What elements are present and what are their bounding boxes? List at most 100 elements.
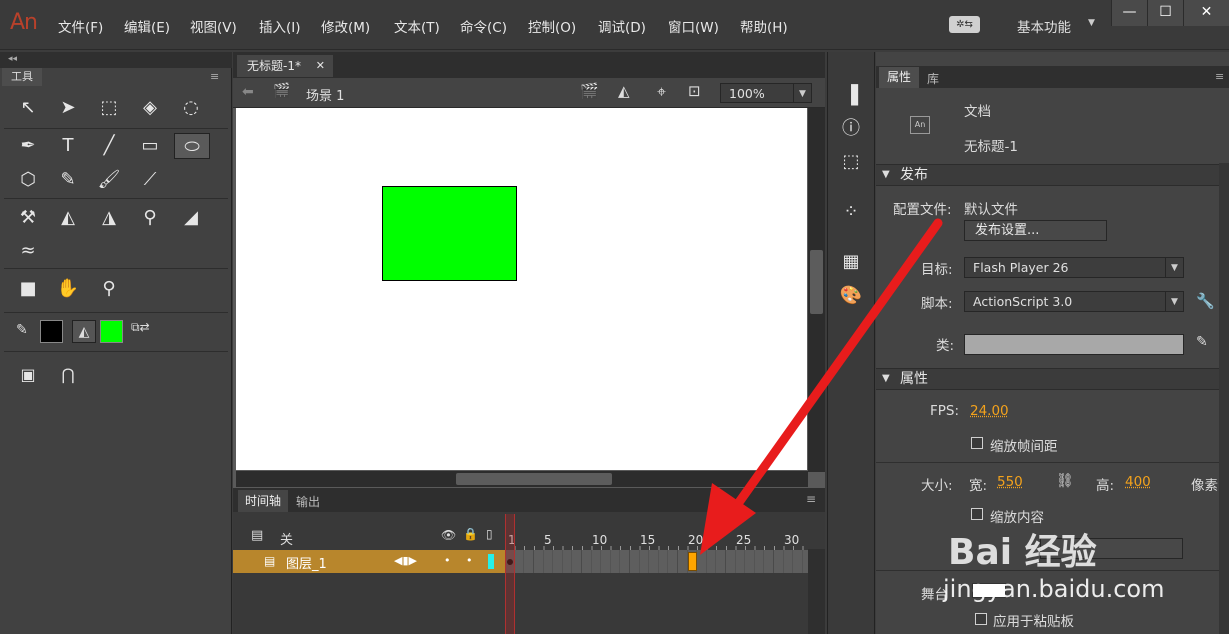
lasso-tool-icon[interactable]: ◌ (178, 95, 204, 121)
fill-color-swatch[interactable] (100, 320, 123, 343)
timeline-header-label: 关 (280, 533, 294, 548)
outline-icon[interactable]: ▯ (486, 527, 493, 541)
playhead[interactable] (505, 514, 515, 634)
green-rectangle-shape[interactable] (382, 186, 517, 281)
collapse-arrow-icon: ▼ (882, 169, 890, 180)
brush-tool-icon[interactable]: 🖌 (96, 167, 122, 193)
layer-color-swatch[interactable] (488, 554, 494, 569)
oval-tool-icon[interactable]: ⬭ (174, 133, 210, 159)
panel-menu-icon[interactable]: ≡ (1215, 70, 1224, 83)
text-tool-icon[interactable]: T (55, 133, 81, 159)
close-button[interactable]: ✕ (1183, 0, 1229, 26)
tab-library[interactable]: 库 (927, 70, 939, 87)
stage-horizontal-scroll-thumb[interactable] (456, 473, 612, 485)
divider (4, 198, 228, 199)
width-label: 宽: (969, 478, 988, 494)
menu-view[interactable]: 视图(V) (190, 16, 237, 36)
zoom-tool-icon[interactable]: ⚲ (96, 276, 122, 302)
back-arrow-icon[interactable]: ⬅ (242, 84, 254, 100)
link-icon[interactable]: ⛓ (1056, 473, 1074, 489)
paint-bucket-tool-icon[interactable]: ◭ (55, 205, 81, 231)
paint-brush-tool-icon[interactable]: ⟋ (137, 167, 163, 193)
object-drawing-icon[interactable]: ▣ (15, 362, 41, 388)
minimize-button[interactable]: — (1111, 0, 1147, 26)
lock-icon[interactable]: 🔒 (463, 527, 478, 541)
width-tool-icon[interactable]: ≈ (15, 238, 41, 264)
lock-dot[interactable]: • (466, 554, 473, 567)
align-icon[interactable]: ▐ (838, 84, 864, 108)
bone-tool-icon[interactable]: ⚒ (15, 205, 41, 231)
line-tool-icon[interactable]: ╱ (96, 133, 122, 159)
selection-tool-icon[interactable]: ↖ (15, 95, 41, 121)
layer-name[interactable]: 图层_1 (286, 553, 327, 572)
menu-modify[interactable]: 修改(M) (321, 16, 370, 36)
apply-clipboard-checkbox[interactable] (975, 613, 987, 625)
fps-value[interactable]: 24.00 (970, 403, 1009, 419)
height-value[interactable]: 400 (1125, 474, 1151, 490)
subselection-tool-icon[interactable]: ➤ (55, 95, 81, 121)
timeline-scrollbar[interactable] (808, 549, 825, 634)
menu-insert[interactable]: 插入(I) (259, 16, 301, 36)
tab-tools[interactable]: 工具 (2, 68, 42, 86)
visibility-dot[interactable]: • (444, 554, 451, 567)
tab-output[interactable]: 输出 (296, 493, 320, 510)
ink-bottle-tool-icon[interactable]: ◮ (96, 205, 122, 231)
chevron-down-icon[interactable]: ▼ (1088, 18, 1095, 28)
tab-timeline[interactable]: 时间轴 (238, 490, 288, 512)
properties-scrollbar[interactable] (1219, 163, 1229, 634)
pen-tool-icon[interactable]: ✒ (15, 133, 41, 159)
clip-stage-icon[interactable]: ⊡ (688, 82, 701, 100)
3d-rotation-tool-icon[interactable]: ◈ (137, 95, 163, 121)
layer-bullet-icon: ◀▮▶ (394, 554, 417, 567)
menu-window[interactable]: 窗口(W) (668, 16, 719, 36)
ruler-tick-label: 5 (544, 533, 552, 547)
info-icon[interactable]: ⓘ (838, 117, 864, 141)
script-select[interactable]: ActionScript 3.0 ▼ (964, 291, 1184, 312)
scale-spans-checkbox[interactable] (971, 437, 983, 449)
swap-colors-icon[interactable]: ⧉⇄ (131, 320, 150, 335)
scale-content-checkbox[interactable] (971, 508, 983, 520)
publish-settings-button[interactable]: 发布设置... (964, 220, 1107, 241)
class-input[interactable] (964, 334, 1184, 355)
tab-properties[interactable]: 属性 (879, 67, 919, 88)
menu-edit[interactable]: 编辑(E) (124, 16, 170, 36)
polystar-tool-icon[interactable]: ⬡ (15, 167, 41, 193)
zoom-select[interactable]: 100% ▼ (720, 83, 812, 103)
panel-menu-icon[interactable]: ≡ (210, 70, 219, 83)
menu-control[interactable]: 控制(O) (528, 16, 576, 36)
rectangle-tool-icon[interactable]: ▭ (137, 133, 163, 159)
workspace-switcher[interactable]: 基本功能 (1017, 16, 1071, 36)
menu-commands[interactable]: 命令(C) (460, 16, 507, 36)
free-transform-tool-icon[interactable]: ⬚ (96, 95, 122, 121)
publish-section-header[interactable]: ▼ 发布 (876, 164, 1229, 186)
eye-icon[interactable]: 👁 (441, 528, 456, 542)
edit-symbol-icon[interactable]: ◭ (618, 82, 630, 100)
pencil-tool-icon[interactable]: ✎ (55, 167, 81, 193)
camera-tool-icon[interactable]: ■ (15, 276, 41, 302)
menu-help[interactable]: 帮助(H) (740, 16, 788, 36)
collapse-icon[interactable]: ◂◂ (8, 54, 17, 64)
document-tab[interactable]: 无标题-1* ✕ (237, 55, 333, 77)
edit-pencil-icon[interactable]: ✎ (1196, 334, 1208, 350)
stroke-color-swatch[interactable] (40, 320, 63, 343)
snap-to-objects-icon[interactable]: ⋂ (55, 362, 81, 388)
ruler-tick-label: 10 (592, 533, 608, 547)
maximize-button[interactable]: ☐ (1147, 0, 1183, 26)
divider (4, 351, 228, 352)
hand-tool-icon[interactable]: ✋ (55, 276, 81, 302)
center-stage-icon[interactable]: ⌖ (657, 82, 666, 102)
eraser-tool-icon[interactable]: ◢ (178, 205, 204, 231)
edit-scene-icon[interactable]: 🎬 (580, 82, 599, 100)
menu-file[interactable]: 文件(F) (58, 16, 103, 36)
wrench-icon[interactable]: 🔧 (1196, 292, 1215, 310)
close-tab-icon[interactable]: ✕ (316, 55, 325, 77)
target-value: Flash Player 26 (973, 260, 1069, 275)
layer-icon: ▤ (264, 554, 276, 568)
width-value[interactable]: 550 (997, 474, 1023, 490)
transform-icon[interactable]: ⬚ (838, 150, 864, 174)
menu-text[interactable]: 文本(T) (394, 16, 440, 36)
menu-debug[interactable]: 调试(D) (598, 16, 646, 36)
target-select[interactable]: Flash Player 26 ▼ (964, 257, 1184, 278)
eyedropper-tool-icon[interactable]: ⚲ (137, 205, 163, 231)
workspace-sync-icon[interactable]: ✲⇆ (949, 16, 980, 33)
